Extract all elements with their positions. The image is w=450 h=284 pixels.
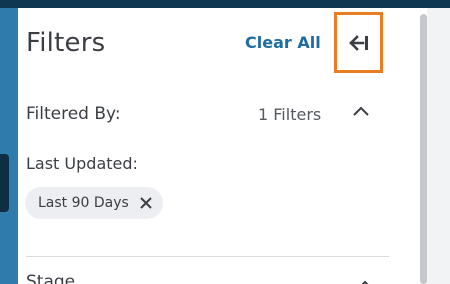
panel-title: Filters xyxy=(26,28,106,58)
clear-all-link[interactable]: Clear All xyxy=(245,33,321,52)
top-header-bar xyxy=(0,0,450,8)
left-rail-handle[interactable] xyxy=(0,154,9,212)
last-updated-label: Last Updated: xyxy=(26,154,138,173)
chevron-up-icon[interactable] xyxy=(356,278,374,284)
scrollbar-thumb[interactable] xyxy=(420,14,427,284)
left-rail xyxy=(0,8,18,284)
collapse-left-arrow-icon xyxy=(348,34,368,51)
filtered-by-label: Filtered By: xyxy=(26,104,121,124)
stage-section-label: Stage xyxy=(26,272,76,284)
app-viewport: Filters Clear All Filtered By: 1 Filters… xyxy=(0,0,450,284)
chip-label: Last 90 Days xyxy=(38,195,129,211)
filter-chip-last-90-days: Last 90 Days xyxy=(25,187,163,219)
right-background xyxy=(427,8,450,284)
section-divider xyxy=(26,256,389,257)
collapse-panel-button[interactable] xyxy=(334,12,383,73)
close-icon[interactable] xyxy=(139,196,153,210)
chevron-up-icon[interactable] xyxy=(352,104,370,118)
filter-count: 1 Filters xyxy=(258,105,322,124)
